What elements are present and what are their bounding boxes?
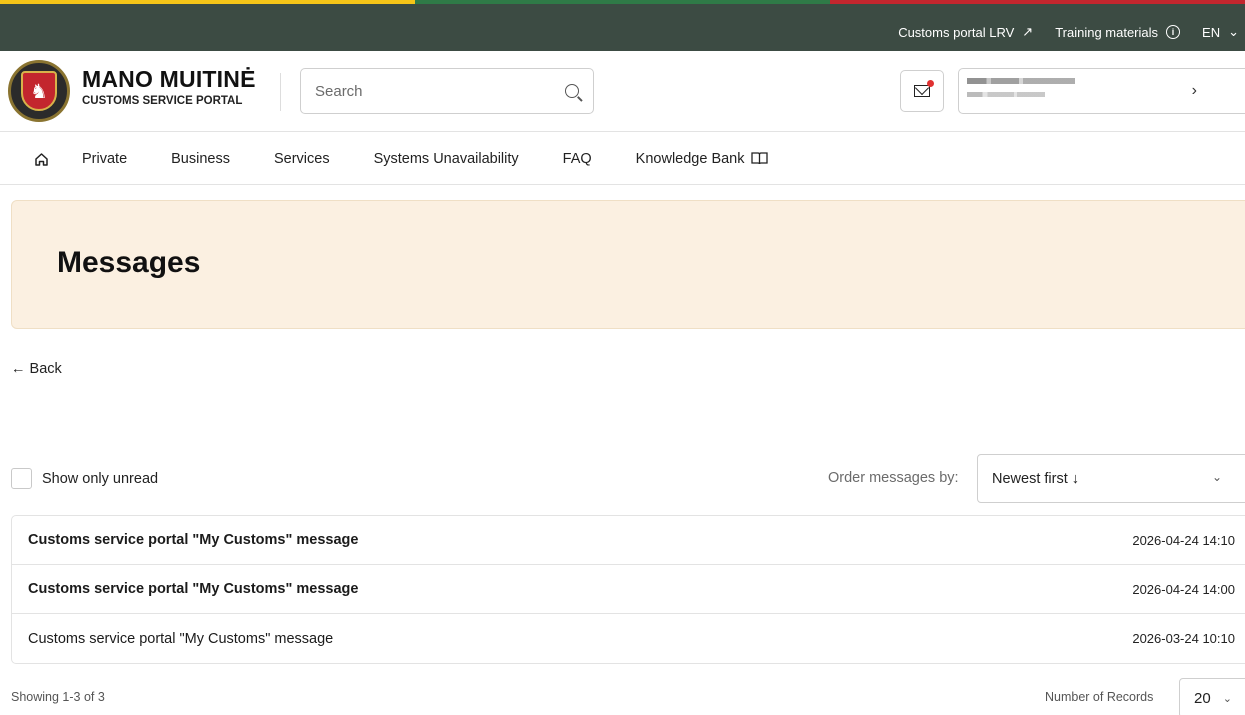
brand-title[interactable]: MANO MUITINĖ — [82, 66, 256, 93]
nav-item-private[interactable]: Private — [82, 151, 127, 167]
show-unread-label: Show only unread — [42, 470, 159, 487]
top-links: Customs portal LRV ↗ Training materials … — [898, 24, 1245, 40]
show-unread-filter[interactable]: Show only unread — [11, 468, 158, 489]
book-icon — [750, 152, 768, 165]
list-item[interactable]: Customs service portal "My Customs" mess… — [12, 516, 1245, 565]
flag-red — [830, 0, 1245, 4]
external-arrow-icon: ↗ — [1022, 24, 1034, 39]
chevron-down-icon: ⌄ — [1228, 24, 1239, 39]
flag-green — [415, 0, 830, 4]
message-date: 2026-03-24 10:10 — [1132, 631, 1235, 646]
page-title: Messages — [57, 246, 201, 279]
list-item[interactable]: Customs service portal "My Customs" mess… — [12, 565, 1245, 614]
info-icon: i — [1166, 25, 1181, 39]
customs-portal-lrv-link[interactable]: Customs portal LRV ↗ — [898, 24, 1033, 40]
back-link[interactable]: ← Back — [11, 361, 62, 377]
training-materials-label: Training materials — [1055, 24, 1159, 40]
chevron-down-icon: ⌄ — [1211, 470, 1222, 484]
training-materials-link[interactable]: Training materials i — [1055, 24, 1181, 40]
messages-list: Customs service portal "My Customs" mess… — [11, 515, 1245, 664]
message-subject: Customs service portal "My Customs" mess… — [28, 581, 359, 597]
language-selector[interactable]: EN ⌄ — [1202, 24, 1239, 40]
user-role-redacted — [967, 92, 1045, 97]
nav-item-business[interactable]: Business — [171, 151, 230, 167]
flag-yellow — [0, 0, 415, 4]
top-bar: Customs portal LRV ↗ Training materials … — [0, 0, 1245, 51]
chevron-right-icon: › — [1191, 82, 1197, 99]
message-date: 2026-04-24 14:00 — [1132, 581, 1235, 597]
order-label: Order messages by: — [828, 470, 959, 486]
brand-subtitle: CUSTOMS SERVICE PORTAL — [82, 95, 243, 107]
order-select[interactable]: Newest first ↓ ⌄ — [977, 454, 1245, 503]
search-icon[interactable] — [565, 84, 579, 98]
language-label: EN — [1202, 24, 1221, 40]
messages-button[interactable] — [900, 70, 944, 112]
header-divider — [280, 73, 281, 111]
records-per-page-select[interactable]: 20 ⌄ — [1179, 678, 1245, 715]
user-name-redacted — [967, 78, 1075, 84]
message-date: 2026-04-24 14:10 — [1132, 532, 1235, 548]
nav-item-services[interactable]: Services — [274, 151, 330, 167]
unread-dot — [927, 80, 934, 87]
records-label: Number of Records — [1045, 690, 1154, 704]
chevron-down-icon: ⌄ — [1222, 692, 1232, 705]
nav-item-knowledge-bank-label: Knowledge Bank — [635, 150, 745, 167]
nav-item-faq[interactable]: FAQ — [563, 151, 592, 167]
nav-item-systems-unavailability[interactable]: Systems Unavailability — [374, 151, 519, 167]
header: ♞ MANO MUITINĖ CUSTOMS SERVICE PORTAL Se… — [0, 51, 1245, 132]
flag-stripe — [0, 0, 1245, 4]
search-input[interactable]: Search — [300, 68, 594, 114]
search-placeholder: Search — [315, 82, 363, 100]
customs-logo[interactable]: ♞ — [8, 60, 70, 122]
envelope-icon — [914, 80, 934, 97]
main-nav: Private Business Services Systems Unavai… — [0, 133, 1245, 185]
customs-portal-lrv-label: Customs portal LRV — [898, 24, 1015, 40]
records-value: 20 — [1194, 689, 1211, 707]
list-item[interactable]: Customs service portal "My Customs" mess… — [12, 614, 1245, 663]
message-subject: Customs service portal "My Customs" mess… — [28, 532, 359, 548]
page-banner: Messages — [11, 200, 1245, 329]
nav-item-knowledge-bank[interactable]: Knowledge Bank — [636, 151, 768, 167]
show-unread-checkbox[interactable] — [11, 468, 32, 489]
home-icon[interactable] — [34, 152, 48, 166]
message-subject: Customs service portal "My Customs" mess… — [28, 630, 334, 647]
order-select-value: Newest first ↓ — [992, 470, 1080, 487]
coat-of-arms-icon: ♞ — [21, 71, 57, 111]
pagination-summary: Showing 1-3 of 3 — [11, 690, 105, 704]
user-account-selector[interactable]: › — [958, 68, 1245, 114]
